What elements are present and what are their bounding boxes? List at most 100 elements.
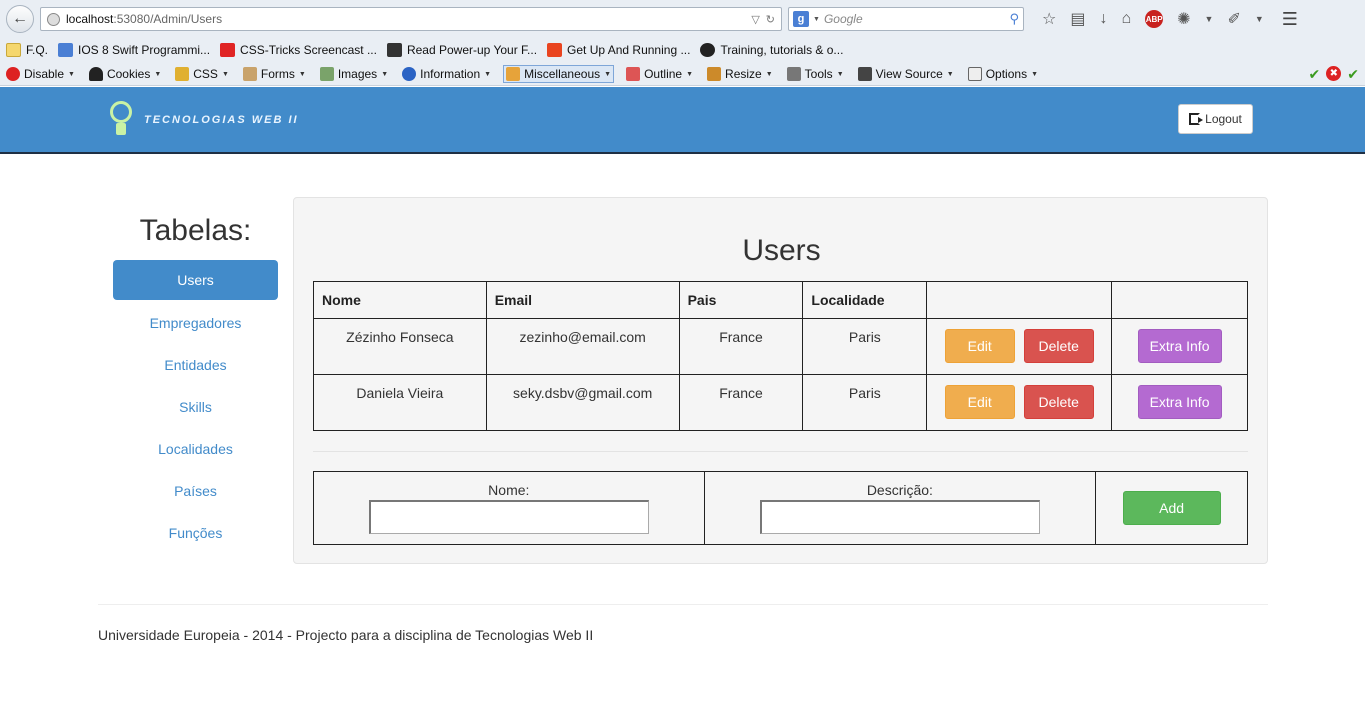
url-path: :53080/Admin/Users <box>113 12 223 26</box>
chevron-down-icon: ▼ <box>484 70 492 78</box>
folder-icon <box>6 43 21 57</box>
add-user-form: Nome: Descrição: Add <box>313 471 1248 545</box>
bookmark-item[interactable]: IOS 8 Swift Programmi... <box>58 43 210 57</box>
sidebar-item-localidades[interactable]: Localidades <box>113 428 278 470</box>
chevron-down-icon: ▼ <box>686 70 694 78</box>
sidebar-item-users[interactable]: Users <box>113 260 278 300</box>
devbar-cookies[interactable]: Cookies ▼ <box>87 66 163 82</box>
addon-icon[interactable]: ✺ <box>1177 9 1190 29</box>
chevron-down-icon: ▼ <box>68 70 75 78</box>
logout-label: Logout <box>1205 112 1242 126</box>
bookmark-item[interactable]: F.Q. <box>6 43 48 57</box>
cell-actions: Edit Delete <box>926 318 1113 375</box>
devbar-information[interactable]: Information ▼ <box>400 66 493 82</box>
search-engine-icon[interactable]: g <box>793 11 809 27</box>
css-icon <box>175 67 190 81</box>
css-valid-check-icon[interactable]: ✔ <box>1309 66 1321 83</box>
cell-actions: Edit Delete <box>926 374 1113 431</box>
navigation-toolbar: ← localhost:53080/Admin/Users ▽ ↻ g ▼ Go… <box>0 0 1365 38</box>
url-dropdown-icon[interactable]: ▽ <box>751 13 759 26</box>
descricao-field-cell: Descrição: <box>703 471 1097 545</box>
divider <box>313 451 1248 452</box>
dropdown-icon[interactable]: ▼ <box>1255 14 1264 24</box>
devbar-images[interactable]: Images ▼ <box>318 66 390 82</box>
devbar-tools[interactable]: Tools ▼ <box>785 66 846 82</box>
chevron-down-icon: ▼ <box>1031 70 1039 78</box>
descricao-label: Descrição: <box>866 482 933 498</box>
sidebar-item-funcoes[interactable]: Funções <box>113 512 278 554</box>
misc-icon <box>506 67 521 81</box>
sidebar-item-empregadores[interactable]: Empregadores <box>113 302 278 344</box>
back-button[interactable]: ← <box>6 5 34 33</box>
cell-extra: Extra Info <box>1111 374 1248 431</box>
cell-localidade: Paris <box>802 318 928 375</box>
logout-button[interactable]: Logout <box>1178 104 1253 134</box>
devbar-resize[interactable]: Resize ▼ <box>705 66 775 82</box>
main-panel: Users Nome Email Pais Localidade Zézinho… <box>293 197 1268 564</box>
html-valid-check-icon[interactable]: ✔ <box>1347 66 1359 83</box>
home-icon[interactable]: ⌂ <box>1121 10 1131 28</box>
search-engine-dropdown-icon[interactable]: ▼ <box>813 16 820 23</box>
search-icon[interactable]: ⚲ <box>1009 11 1019 27</box>
sidebar-item-entidades[interactable]: Entidades <box>113 344 278 386</box>
sidebar-item-paises[interactable]: Países <box>113 470 278 512</box>
edit-button[interactable]: Edit <box>944 385 1015 419</box>
url-host: localhost <box>66 12 114 26</box>
delete-button[interactable]: Delete <box>1023 329 1094 363</box>
column-header-pais: Pais <box>678 281 804 319</box>
validation-status: ✔ ✖ ✔ <box>1309 66 1359 83</box>
bookmark-item[interactable]: Read Power-up Your F... <box>386 43 537 57</box>
brand-logo[interactable]: Tecnologias Web II <box>110 101 299 139</box>
cell-pais: France <box>678 374 804 431</box>
devbar-view-source[interactable]: View Source ▼ <box>856 66 956 82</box>
chevron-down-icon: ▼ <box>221 70 229 78</box>
download-icon[interactable]: ↓ <box>1099 10 1107 28</box>
sidebar-item-skills[interactable]: Skills <box>113 386 278 428</box>
table-header-row: Nome Email Pais Localidade <box>313 281 1248 319</box>
adblock-icon[interactable]: ABP <box>1145 10 1164 28</box>
developer-icon[interactable]: ✐ <box>1227 9 1240 29</box>
menu-icon[interactable]: ☰ <box>1282 9 1298 30</box>
table-row: Zézinho Fonseca zezinho@email.com France… <box>313 318 1248 375</box>
cell-email: zezinho@email.com <box>485 318 680 375</box>
add-button[interactable]: Add <box>1122 491 1221 525</box>
web-developer-toolbar: Disable ▼ Cookies ▼ CSS ▼ Forms ▼ Images ▼ In… <box>0 62 1365 86</box>
nome-label: Nome: <box>488 482 530 498</box>
chevron-down-icon: ▼ <box>154 70 162 78</box>
devbar-forms[interactable]: Forms ▼ <box>241 66 308 82</box>
nome-input[interactable] <box>368 500 649 534</box>
site-identity-icon[interactable] <box>47 12 60 26</box>
bookmark-item[interactable]: Training, tutorials & o... <box>700 43 843 57</box>
devbar-css[interactable]: CSS ▼ <box>173 66 231 82</box>
cookies-icon <box>88 67 103 81</box>
bookmark-item[interactable]: CSS-Tricks Screencast ... <box>220 43 377 57</box>
table-row: Daniela Vieira seky.dsbv@gmail.com Franc… <box>313 374 1248 431</box>
bookmark-star-icon[interactable]: ☆ <box>1042 9 1056 29</box>
devbar-miscellaneous[interactable]: Miscellaneous ▼ <box>503 65 615 83</box>
search-bar[interactable]: g ▼ Google ⚲ <box>788 7 1024 31</box>
delete-button[interactable]: Delete <box>1023 385 1094 419</box>
descricao-input[interactable] <box>759 500 1040 534</box>
reload-icon[interactable]: ↻ <box>766 13 775 26</box>
images-icon <box>319 67 334 81</box>
js-error-icon[interactable]: ✖ <box>1326 66 1342 81</box>
sidebar-title: Tabelas: <box>139 214 252 247</box>
search-placeholder: Google <box>823 12 863 26</box>
devbar-options[interactable]: Options ▼ <box>966 66 1040 82</box>
bookmark-item[interactable]: Get Up And Running ... <box>547 43 690 57</box>
devbar-outline[interactable]: Outline ▼ <box>624 66 695 82</box>
users-table: Nome Email Pais Localidade Zézinho Fonse… <box>313 281 1248 431</box>
edit-button[interactable]: Edit <box>944 329 1015 363</box>
url-bar[interactable]: localhost:53080/Admin/Users ▽ ↻ <box>40 7 782 31</box>
devbar-disable[interactable]: Disable ▼ <box>4 66 77 82</box>
info-icon <box>402 67 417 81</box>
youtube-icon <box>220 43 236 57</box>
cell-nome: Daniela Vieira <box>313 374 487 431</box>
extra-info-button[interactable]: Extra Info <box>1137 329 1222 363</box>
reading-list-icon[interactable]: ▤ <box>1070 9 1085 29</box>
extra-info-button[interactable]: Extra Info <box>1137 385 1222 419</box>
page-title: Users <box>742 234 821 267</box>
column-header-extra <box>1111 281 1248 319</box>
dropdown-icon[interactable]: ▼ <box>1205 14 1214 24</box>
disable-icon <box>6 67 20 81</box>
